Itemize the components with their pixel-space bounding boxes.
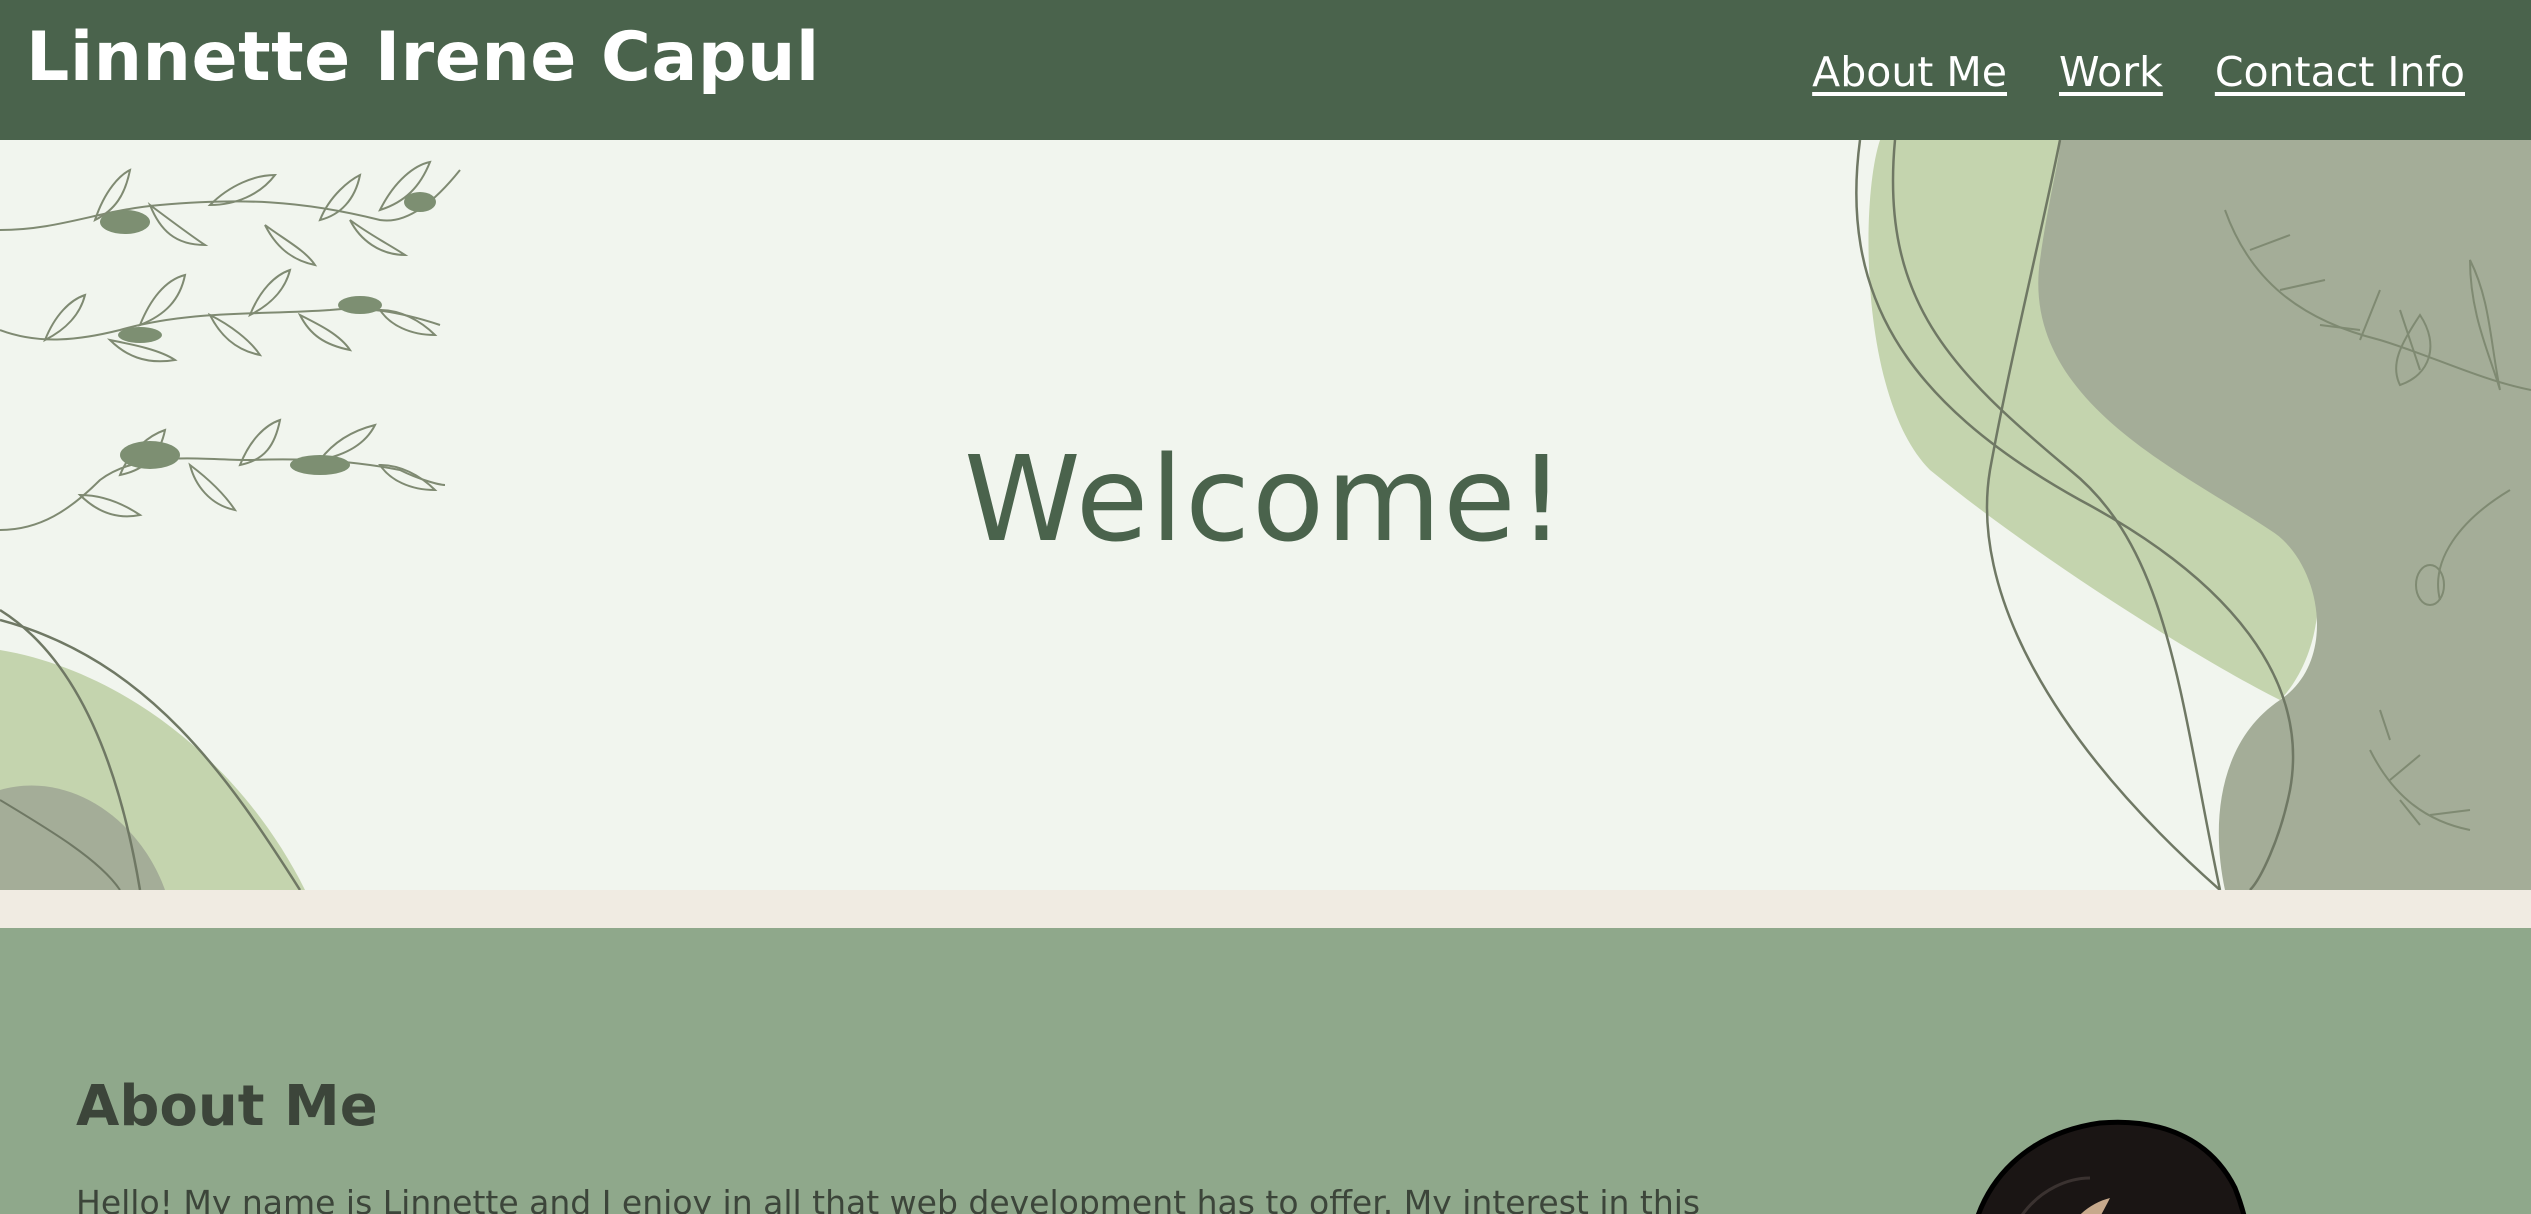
nav-link-work[interactable]: Work <box>2059 48 2163 96</box>
site-header: Linnette Irene Capul About Me Work Conta… <box>0 0 2531 140</box>
section-divider <box>0 890 2531 928</box>
hero-title: Welcome! <box>963 430 1568 568</box>
nav-link-contact-info[interactable]: Contact Info <box>2215 48 2465 96</box>
avatar <box>1976 1119 2247 1214</box>
nav-link-about-me[interactable]: About Me <box>1812 48 2007 96</box>
about-section: About Me Hello! My name is Linnette and … <box>0 928 2531 1214</box>
site-title: Linnette Irene Capul <box>26 18 820 97</box>
hero-banner: Welcome! <box>0 140 2531 890</box>
about-heading: About Me <box>76 1074 378 1139</box>
main-nav: About Me Work Contact Info <box>1812 48 2465 96</box>
about-text: Hello! My name is Linnette and I enjoy i… <box>76 1183 1701 1214</box>
